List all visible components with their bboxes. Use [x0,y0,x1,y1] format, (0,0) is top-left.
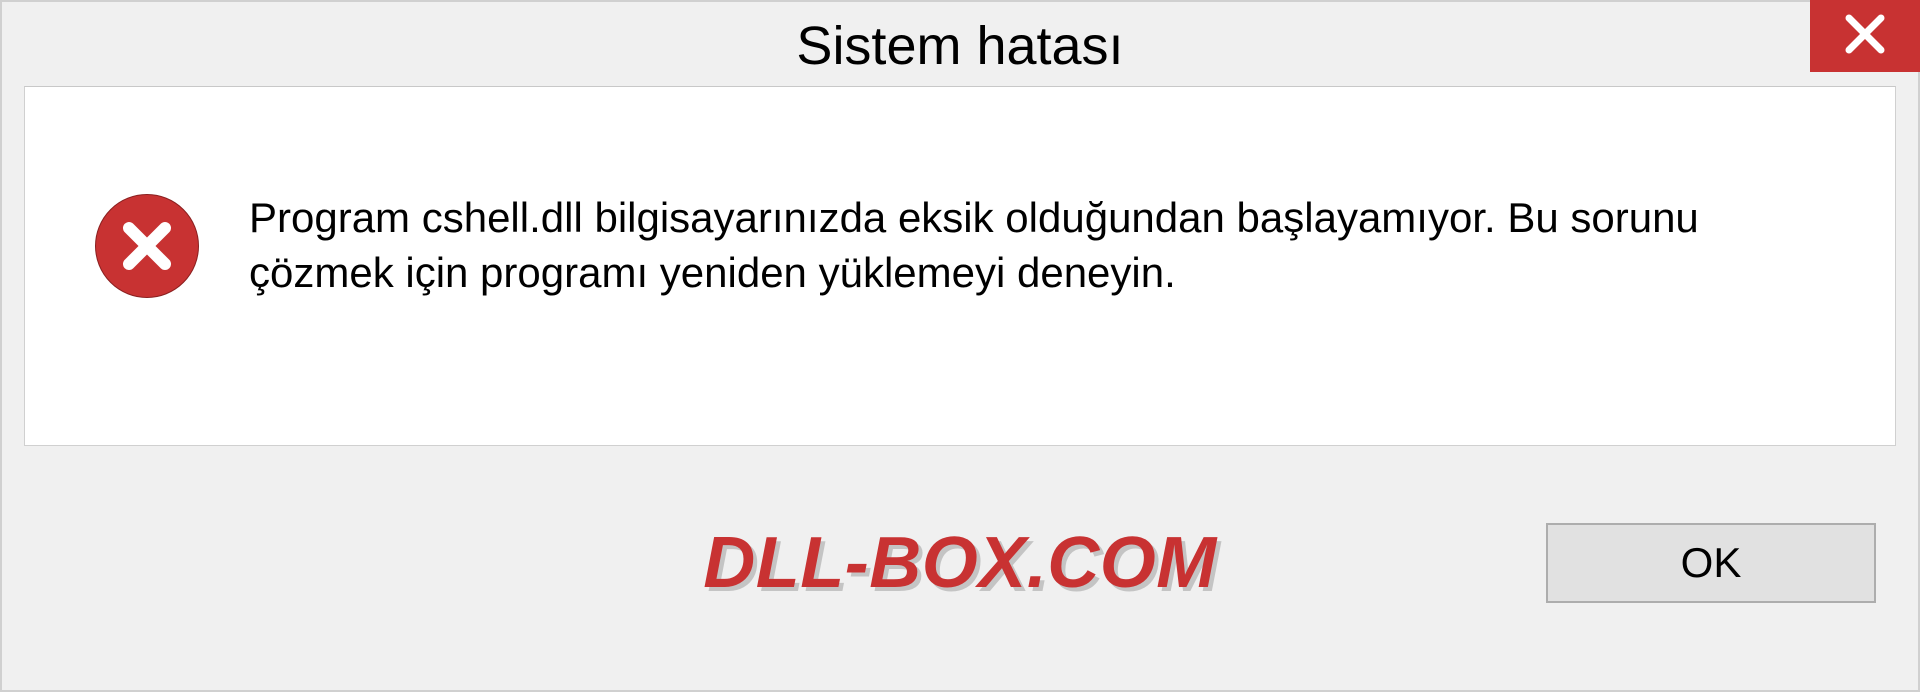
watermark-text: DLL-BOX.COM [703,522,1216,604]
error-dialog: Sistem hatası Program cshell.dll bilgisa… [0,0,1920,692]
dialog-title: Sistem hatası [796,15,1123,77]
dialog-footer: DLL-BOX.COM OK [2,446,1918,690]
titlebar: Sistem hatası [2,2,1918,86]
error-icon [95,194,199,298]
close-button[interactable] [1810,0,1920,72]
content-wrap: Program cshell.dll bilgisayarınızda eksi… [2,86,1918,446]
dialog-content: Program cshell.dll bilgisayarınızda eksi… [24,86,1896,446]
close-icon [1843,12,1887,61]
dialog-message: Program cshell.dll bilgisayarınızda eksi… [249,191,1809,300]
ok-button[interactable]: OK [1546,523,1876,603]
